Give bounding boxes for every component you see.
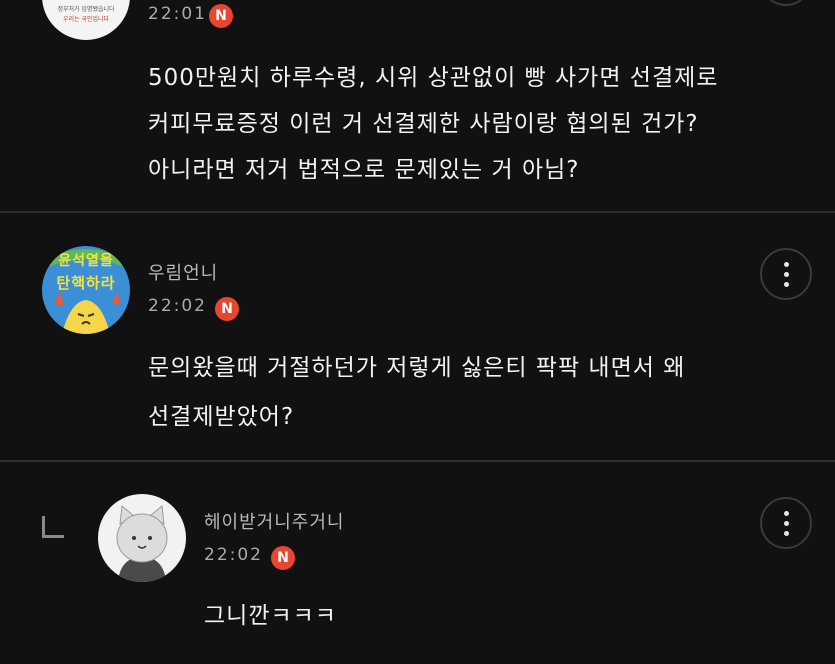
avatar-caption-top: 정부처가 임명됐습니다: [57, 6, 115, 13]
avatar[interactable]: [98, 494, 186, 582]
comment-text-line: 커피무료증정 이런 거 선결제한 사람이랑 협의된 건가?: [148, 111, 699, 137]
comment-text-line: 그니깐ㅋㅋㅋ: [204, 603, 337, 629]
comment-text-line: 500만원치 하루수령, 시위 상관없이 빵 사가면 선결제로: [148, 65, 719, 91]
comment-item: 윤석열을 탄핵하라 우림언니 22:02 N 문의왔을때 거절하던가 저렇게 싫…: [0, 213, 835, 460]
comment-text-line: 문의왔을때 거절하던가 저렇게 싫은티 팍팍 내면서 왜: [148, 355, 686, 381]
reply-indent-icon: [42, 516, 64, 538]
comment-item: 정부처가 임명됐습니다 우리는 국민입니다 22:01 N 500만원치 하루수…: [0, 0, 835, 212]
comment-text-line: 아니라면 저거 법적으로 문제있는 거 아님?: [148, 157, 580, 183]
new-badge: N: [209, 4, 233, 28]
dot-icon: [784, 521, 789, 526]
more-options-button[interactable]: [760, 248, 812, 300]
more-options-button[interactable]: [760, 497, 812, 549]
dot-icon: [784, 511, 789, 516]
more-options-button[interactable]: [760, 0, 812, 6]
comment-time: 22:02: [148, 296, 207, 316]
new-badge: N: [271, 546, 295, 570]
comment-username[interactable]: 헤이받거니주거니: [204, 508, 344, 534]
avatar[interactable]: 윤석열을 탄핵하라: [42, 246, 130, 334]
dot-icon: [784, 531, 789, 536]
dot-icon: [784, 282, 789, 287]
reply-comment-item: 헤이받거니주거니 22:02 N 그니깐ㅋㅋㅋ: [0, 462, 835, 664]
comment-time: 22:02: [204, 545, 263, 565]
comment-time: 22:01: [148, 4, 207, 24]
cat-avatar-illustration: [116, 505, 168, 582]
avatar-caption-bottom: 탄핵하라: [56, 274, 116, 292]
new-badge: N: [215, 297, 239, 321]
avatar-caption-top: 윤석열을: [58, 253, 114, 269]
dot-icon: [784, 272, 789, 277]
comment-thread: 정부처가 임명됐습니다 우리는 국민입니다 22:01 N 500만원치 하루수…: [0, 0, 835, 664]
avatar[interactable]: 정부처가 임명됐습니다 우리는 국민입니다: [42, 0, 130, 40]
dot-icon: [784, 262, 789, 267]
avatar-caption-bottom: 우리는 국민입니다: [62, 16, 110, 23]
comment-text-line: 선결제받았어?: [148, 404, 295, 430]
comment-username[interactable]: 우림언니: [148, 259, 218, 285]
